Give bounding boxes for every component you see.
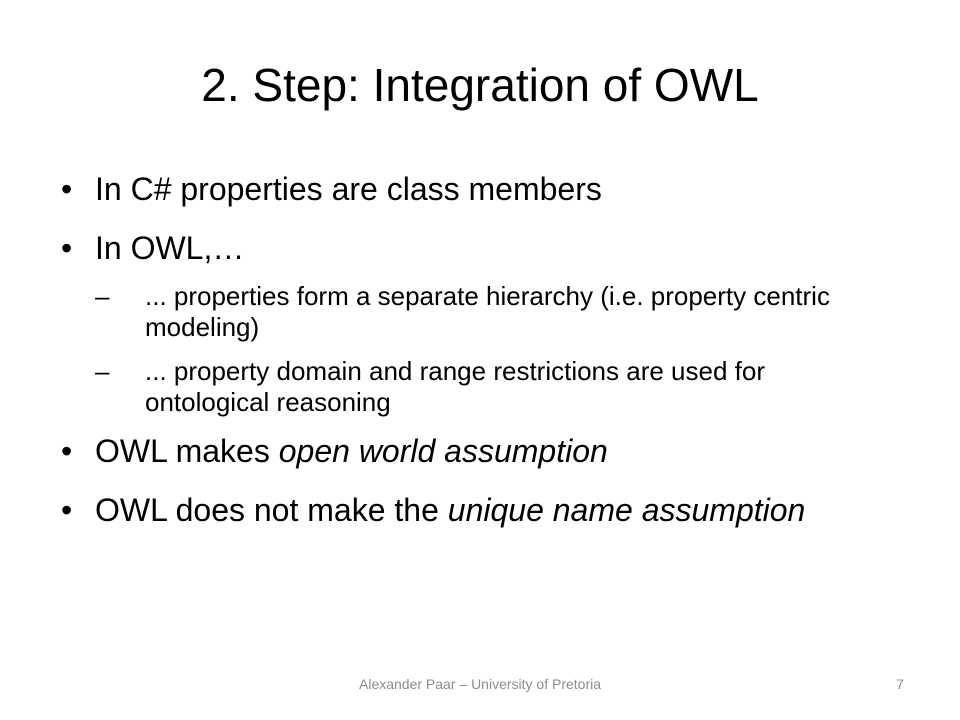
slide-content: • In C# properties are class members • I… [60, 170, 840, 550]
bullet-item: • OWL makes open world assumption [60, 432, 840, 470]
bullet-marker: • [61, 230, 73, 266]
bullet-text: In OWL,… [95, 230, 245, 266]
slide: 2. Step: Integration of OWL • In C# prop… [0, 0, 960, 720]
subbullet-text: ... properties form a separate hierarchy… [145, 281, 830, 342]
bullet-text: In C# properties are class members [95, 171, 602, 207]
bullet-list: • In C# properties are class members • I… [60, 170, 840, 529]
subbullet-text: ... property domain and range restrictio… [145, 356, 765, 417]
subbullet-item: – ... properties form a separate hierarc… [95, 281, 840, 343]
slide-title: 2. Step: Integration of OWL [201, 59, 759, 111]
dash-marker: – [95, 356, 110, 386]
page-number: 7 [896, 676, 904, 692]
bullet-marker: • [61, 171, 73, 207]
bullet-text-plain: OWL makes [95, 433, 279, 469]
bullet-marker: • [61, 433, 73, 469]
bullet-text-italic: open world assumption [278, 433, 608, 469]
subbullet-list: – ... properties form a separate hierarc… [95, 281, 840, 418]
dash-marker: – [95, 281, 110, 311]
bullet-marker: • [61, 492, 73, 528]
bullet-text-italic: unique name assumption [447, 492, 806, 528]
bullet-item: • In OWL,… – ... properties form a separ… [60, 229, 840, 418]
subbullet-item: – ... property domain and range restrict… [95, 356, 840, 418]
bullet-item: • OWL does not make the unique name assu… [60, 491, 840, 529]
bullet-item: • In C# properties are class members [60, 170, 840, 208]
bullet-text-plain: OWL does not make the [95, 492, 448, 528]
slide-footer: Alexander Paar – University of Pretoria [359, 676, 601, 692]
